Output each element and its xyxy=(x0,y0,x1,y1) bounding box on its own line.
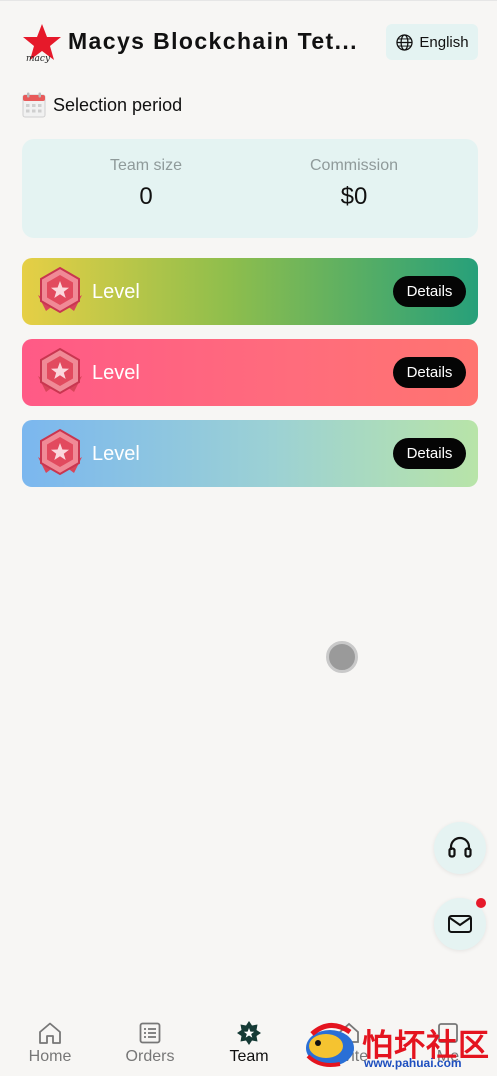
language-button[interactable]: English xyxy=(386,24,478,60)
nav-team-label: Team xyxy=(229,1048,269,1065)
headset-icon xyxy=(448,836,472,858)
team-size-stat: Team size 0 xyxy=(46,157,246,211)
nav-orders-label: Orders xyxy=(125,1048,175,1065)
details-button[interactable]: Details xyxy=(393,357,466,388)
selection-period-label: Selection period xyxy=(53,94,183,115)
level-card-3: Level Details xyxy=(22,420,478,487)
commission-value: $0 xyxy=(340,183,368,210)
top-divider xyxy=(0,0,497,1)
selection-period[interactable]: Selection period xyxy=(22,91,182,119)
team-icon xyxy=(237,1021,261,1045)
customer-support-button[interactable] xyxy=(434,822,486,874)
language-label: English xyxy=(419,33,469,51)
details-button[interactable]: Details xyxy=(393,276,466,307)
home-icon xyxy=(39,1022,61,1044)
level-label: Level xyxy=(92,281,140,303)
logo-text: macy xyxy=(26,54,51,64)
level-label: Level xyxy=(92,362,140,384)
team-stats-card: Team size 0 Commission $0 xyxy=(22,139,478,238)
mail-icon xyxy=(448,915,472,933)
level-badge-icon xyxy=(38,347,82,395)
watermark-url: www.pahuai.com xyxy=(364,1056,462,1070)
watermark: 怕坏社区 www.pahuai.com xyxy=(300,1016,497,1076)
level-card-1: Level Details xyxy=(22,258,478,325)
commission-stat: Commission $0 xyxy=(254,157,454,211)
loading-indicator xyxy=(326,641,358,673)
globe-icon xyxy=(396,33,414,51)
messages-button[interactable] xyxy=(434,898,486,950)
level-card-2: Level Details xyxy=(22,339,478,406)
level-label: Level xyxy=(92,443,140,465)
app-header: macy Macys Blockchain Tet... English xyxy=(0,14,497,72)
level-badge-icon xyxy=(38,266,82,314)
app-title: Macys Blockchain Tet... xyxy=(68,28,358,54)
team-size-value: 0 xyxy=(139,183,153,210)
nav-team[interactable]: Team xyxy=(214,1020,284,1066)
nav-home[interactable]: Home xyxy=(15,1020,85,1066)
nav-orders[interactable]: Orders xyxy=(115,1020,185,1066)
calendar-icon xyxy=(22,92,46,118)
nav-home-label: Home xyxy=(28,1048,72,1065)
team-size-label: Team size xyxy=(109,157,183,174)
orders-icon xyxy=(139,1022,161,1044)
notification-dot xyxy=(476,898,486,908)
details-button[interactable]: Details xyxy=(393,438,466,469)
watermark-fish-logo xyxy=(306,1023,354,1067)
level-badge-icon xyxy=(38,428,82,476)
commission-label: Commission xyxy=(309,157,398,174)
